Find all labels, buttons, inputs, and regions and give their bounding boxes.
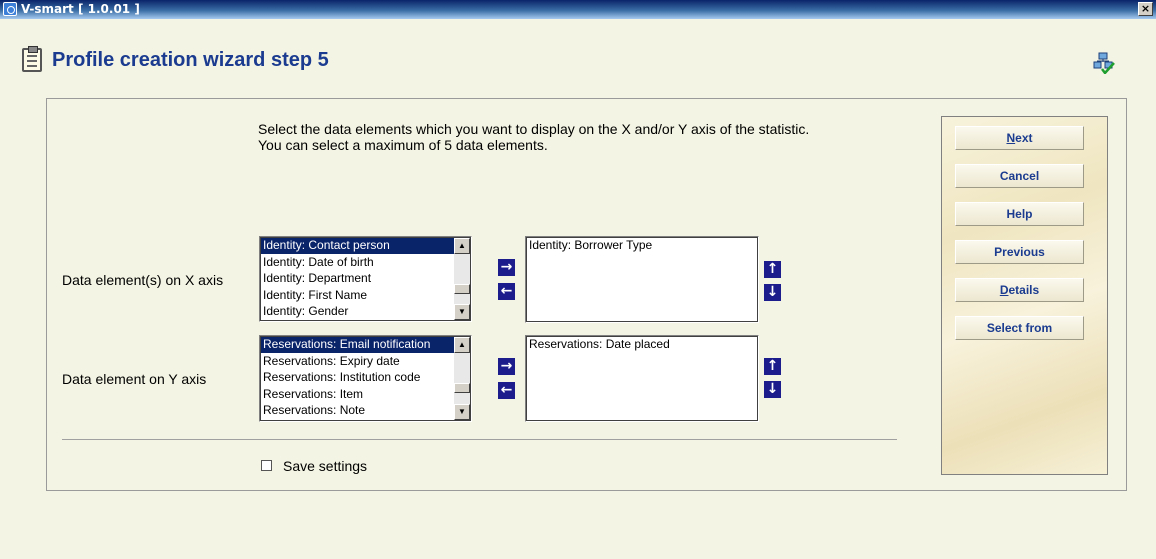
list-item[interactable]: Reservations: Item <box>260 386 471 403</box>
scroll-up-icon[interactable]: ▲ <box>454 337 470 353</box>
list-item[interactable]: Reservations: Expiry date <box>260 353 471 370</box>
instructions: Select the data elements which you want … <box>258 121 809 153</box>
y-chosen-list[interactable]: Reservations: Date placed <box>525 335 759 422</box>
previous-button[interactable]: Previous <box>955 240 1084 264</box>
list-item[interactable]: Identity: Date of birth <box>260 254 471 271</box>
x-available-list[interactable]: Identity: Contact person Identity: Date … <box>259 236 472 322</box>
save-settings-label[interactable]: Save settings <box>283 458 367 474</box>
y-axis-label: Data element on Y axis <box>62 371 207 387</box>
move-down-y-button[interactable]: ↓ <box>764 381 781 398</box>
details-button[interactable]: Details <box>955 278 1084 302</box>
tree-check-icon[interactable] <box>1093 52 1115 74</box>
cancel-button[interactable]: Cancel <box>955 164 1084 188</box>
scroll-thumb[interactable] <box>454 383 470 393</box>
next-button[interactable]: Next <box>955 126 1084 150</box>
remove-y-button[interactable]: ← <box>498 382 515 399</box>
close-button[interactable]: × <box>1138 2 1153 16</box>
add-y-button[interactable]: → <box>498 358 515 375</box>
select-from-button[interactable]: Select from <box>955 316 1084 340</box>
save-settings-checkbox[interactable] <box>261 460 272 471</box>
list-item[interactable]: Identity: First Name <box>260 287 471 304</box>
list-item[interactable]: Identity: Gender <box>260 303 471 320</box>
help-button[interactable]: Help <box>955 202 1084 226</box>
x-axis-label: Data element(s) on X axis <box>62 272 224 288</box>
list-item[interactable]: Reservations: Date placed <box>526 336 758 353</box>
move-down-x-button[interactable]: ↓ <box>764 284 781 301</box>
y-available-list[interactable]: Reservations: Email notification Reserva… <box>259 335 472 422</box>
list-item[interactable]: Reservations: Email notification <box>260 336 471 353</box>
divider <box>62 439 897 440</box>
window-title: V-smart [ 1.0.01 ] <box>21 2 140 16</box>
move-up-x-button[interactable]: ↑ <box>764 261 781 278</box>
scroll-down-icon[interactable]: ▼ <box>454 404 470 420</box>
ie-icon <box>3 2 17 16</box>
add-x-button[interactable]: → <box>498 259 515 276</box>
x-chosen-list[interactable]: Identity: Borrower Type <box>525 236 759 323</box>
list-item[interactable]: Reservations: Note <box>260 402 471 419</box>
window-titlebar: V-smart [ 1.0.01 ] × <box>0 0 1156 19</box>
clipboard-icon <box>22 46 42 72</box>
list-item[interactable]: Identity: Contact person <box>260 237 471 254</box>
list-item[interactable]: Identity: Department <box>260 270 471 287</box>
scrollbar[interactable]: ▲ ▼ <box>454 337 470 420</box>
move-up-y-button[interactable]: ↑ <box>764 358 781 375</box>
list-item[interactable]: Reservations: Institution code <box>260 369 471 386</box>
instruction-line: Select the data elements which you want … <box>258 121 810 137</box>
remove-x-button[interactable]: ← <box>498 283 515 300</box>
scroll-up-icon[interactable]: ▲ <box>454 238 470 254</box>
scroll-thumb[interactable] <box>454 284 470 294</box>
instruction-line: You can select a maximum of 5 data eleme… <box>258 137 548 153</box>
scroll-down-icon[interactable]: ▼ <box>454 304 470 320</box>
page-title: Profile creation wizard step 5 <box>52 49 329 71</box>
list-item[interactable]: Identity: Borrower Type <box>526 237 758 254</box>
scrollbar[interactable]: ▲ ▼ <box>454 238 470 320</box>
